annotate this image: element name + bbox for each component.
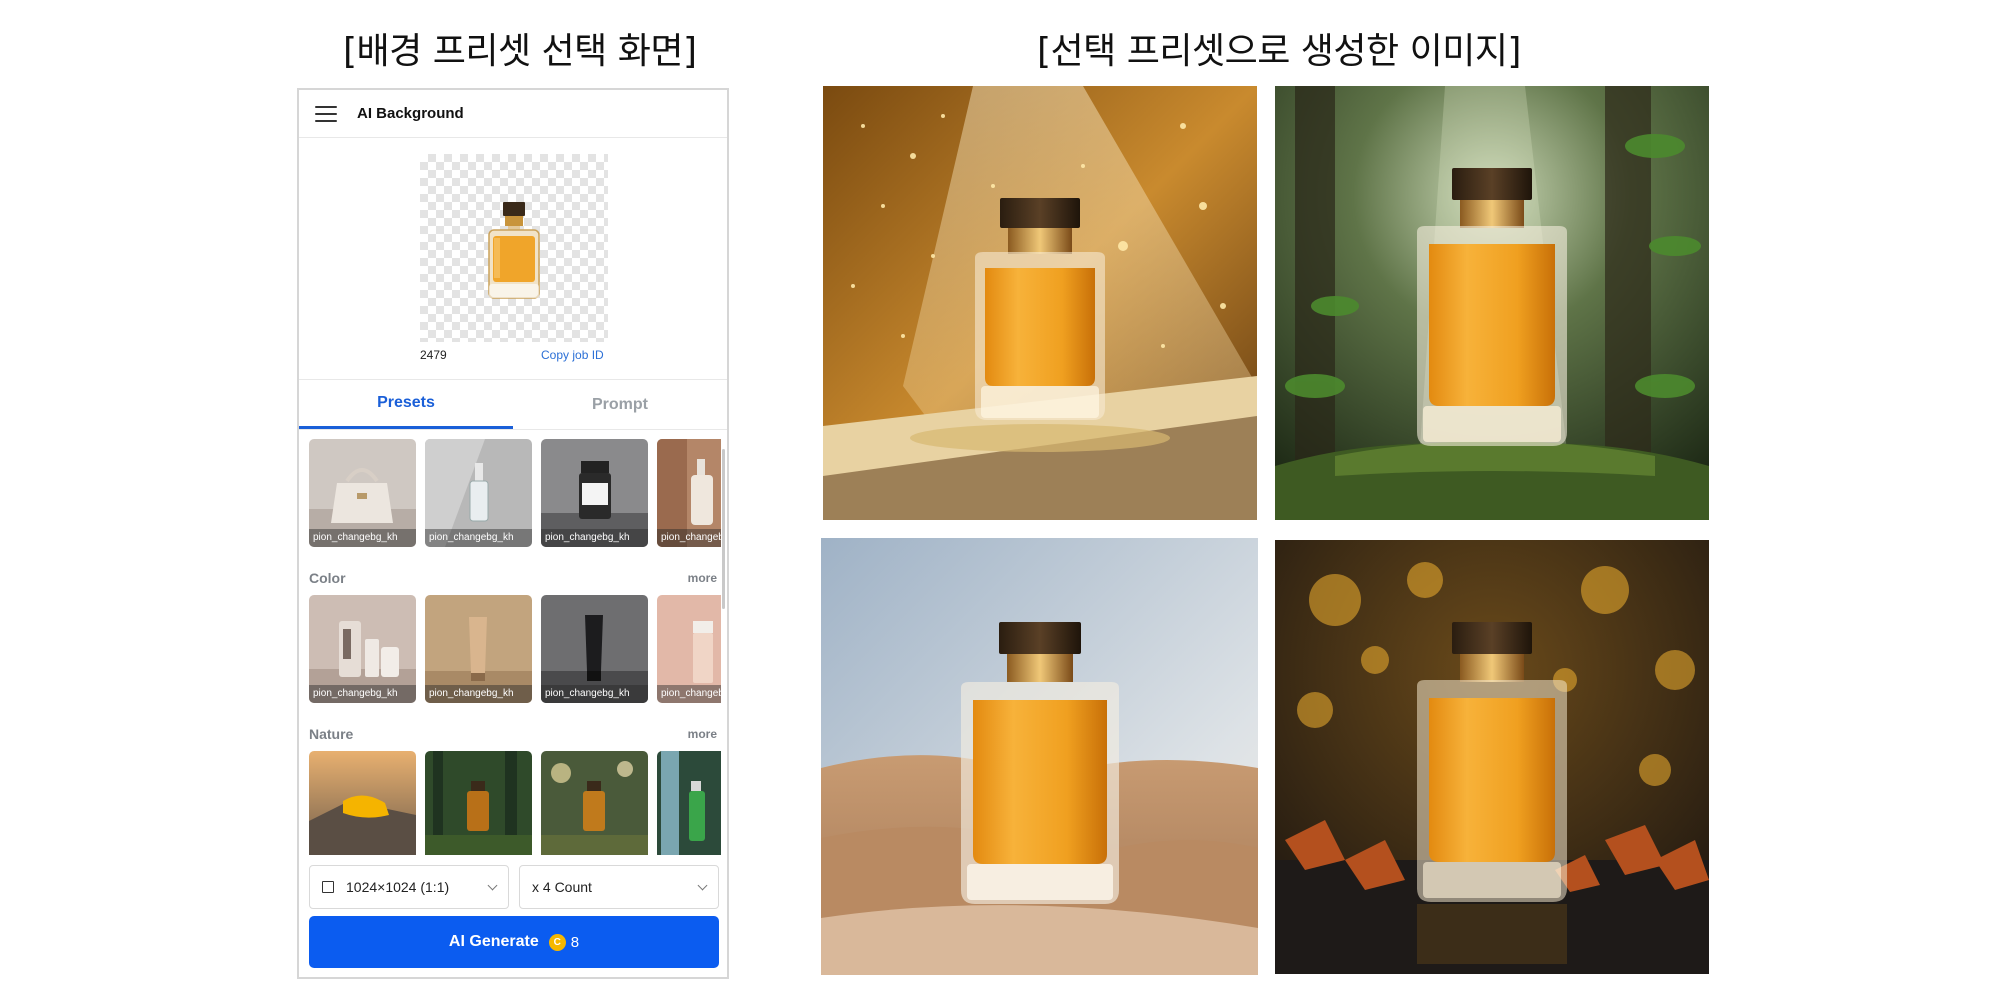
size-value: 1024×1024 (1:1)	[346, 879, 450, 895]
more-link[interactable]: more	[688, 571, 717, 585]
chevron-down-icon	[697, 880, 708, 891]
ai-generate-button[interactable]: AI Generate C 8	[309, 916, 719, 968]
preset-row-color: pion_changebg_kh pion_changebg_kh pion_c…	[299, 595, 727, 703]
heading-preset-selection: [배경 프리셋 선택 화면]	[343, 31, 697, 72]
preset-caption: pion_changebg_kh	[541, 529, 648, 547]
section-header-color: Color more	[299, 561, 727, 595]
preset-tile[interactable]: pion_changebg_kh	[425, 439, 532, 547]
tab-prompt[interactable]: Prompt	[513, 380, 727, 429]
preset-tile[interactable]	[425, 751, 532, 855]
preset-tile[interactable]: pion_changebg_kh	[541, 595, 648, 703]
preset-tile[interactable]: pion_changebg_kh	[309, 595, 416, 703]
preset-caption: pion_changebg_kh	[309, 685, 416, 703]
tab-presets[interactable]: Presets	[299, 380, 513, 429]
generated-image[interactable]	[823, 86, 1257, 520]
credit-cost: 8	[570, 933, 580, 951]
preset-caption: pion_changebg_kh	[657, 529, 721, 547]
coin-icon: C	[548, 933, 566, 951]
size-select[interactable]: 1024×1024 (1:1)	[309, 865, 509, 909]
preset-tile[interactable]: pion_changebg_kh	[541, 439, 648, 547]
heading-generated-images: [선택 프리셋으로 생성한 이미지]	[1037, 31, 1521, 72]
preset-row-nature	[299, 751, 727, 855]
app-title: AI Background	[357, 105, 464, 122]
app-panel: AI Background 2479 Copy job ID Presets P…	[297, 88, 729, 979]
scrollbar[interactable]	[722, 449, 725, 609]
preset-caption: pion_changebg_kh	[309, 529, 416, 547]
section-header-nature: Nature more	[299, 717, 727, 751]
job-id: 2479	[420, 348, 447, 362]
count-value: x 4 Count	[532, 879, 592, 895]
section-title: Nature	[309, 726, 354, 742]
preset-row-top: pion_changebg_kh pion_changebg_kh pion_c…	[299, 439, 727, 547]
preset-caption: pion_changebg_kh	[425, 529, 532, 547]
count-select[interactable]: x 4 Count	[519, 865, 719, 909]
square-icon	[322, 881, 334, 893]
preset-tile[interactable]: pion_changebg_kh	[309, 439, 416, 547]
product-thumbnail	[420, 154, 608, 342]
section-title: Color	[309, 570, 346, 586]
preset-tile[interactable]: pion_changebg_kh	[657, 439, 721, 547]
generate-label: AI Generate	[448, 933, 539, 950]
app-bar: AI Background	[299, 90, 727, 138]
preset-tile[interactable]: pion_changebg_kh	[425, 595, 532, 703]
preset-tile[interactable]	[657, 751, 721, 855]
preset-caption: pion_changebg_kh	[657, 685, 721, 703]
preset-caption: pion_changebg_kh	[541, 685, 648, 703]
generated-image[interactable]	[821, 538, 1258, 975]
job-preview: 2479 Copy job ID	[299, 138, 727, 380]
preset-tile[interactable]	[309, 751, 416, 855]
chevron-down-icon	[487, 880, 498, 891]
generation-controls: 1024×1024 (1:1) x 4 Count	[309, 865, 719, 909]
generated-image[interactable]	[1275, 86, 1709, 520]
copy-job-id-link[interactable]: Copy job ID	[541, 348, 604, 362]
preset-tile[interactable]: pion_changebg_kh	[657, 595, 721, 703]
preset-list[interactable]: pion_changebg_kh pion_changebg_kh pion_c…	[299, 431, 727, 855]
preset-caption: pion_changebg_kh	[425, 685, 532, 703]
generated-image[interactable]	[1275, 540, 1709, 974]
preset-tile[interactable]	[541, 751, 648, 855]
tab-bar: Presets Prompt	[299, 380, 727, 430]
more-link[interactable]: more	[688, 727, 717, 741]
hamburger-menu-icon[interactable]	[315, 105, 337, 122]
